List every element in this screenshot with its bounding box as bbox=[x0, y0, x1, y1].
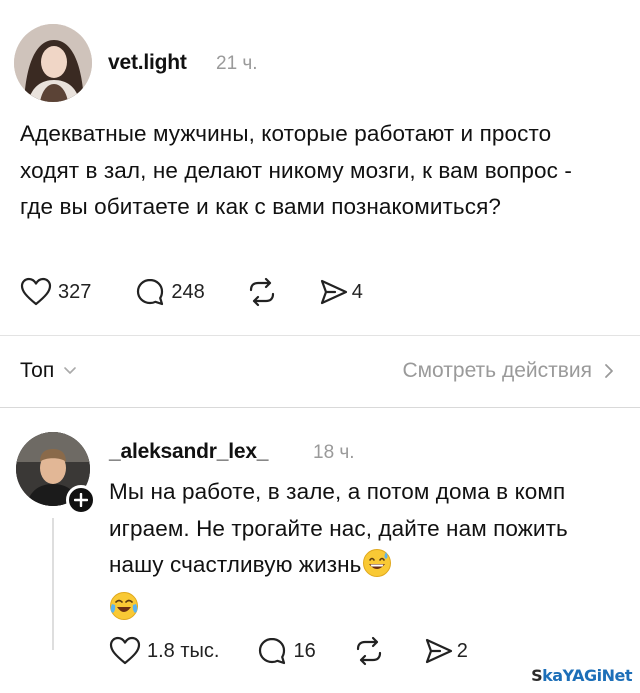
comment-button[interactable]: 248 bbox=[135, 277, 205, 307]
comment-count: 248 bbox=[171, 280, 205, 303]
view-actions-link[interactable]: Смотреть действия bbox=[402, 359, 614, 383]
like-count: 1.8 тыс. bbox=[147, 639, 220, 662]
post-actions: 327 248 4 bbox=[20, 277, 363, 307]
comment-bubble-icon bbox=[135, 277, 165, 307]
reply-text: Мы на работе, в зале, а потом дома в ком… bbox=[109, 479, 568, 577]
like-count: 327 bbox=[58, 280, 92, 303]
reply-time: 18 ч. bbox=[313, 442, 355, 463]
repost-icon bbox=[354, 636, 384, 666]
like-button[interactable]: 327 bbox=[20, 277, 91, 307]
like-button[interactable]: 1.8 тыс. bbox=[109, 636, 219, 666]
divider bbox=[0, 407, 640, 408]
view-actions-label: Смотреть действия bbox=[402, 359, 592, 382]
repost-icon bbox=[247, 277, 277, 307]
tears-of-joy-emoji bbox=[109, 591, 139, 633]
repost-button[interactable] bbox=[354, 636, 384, 666]
comment-bubble-icon bbox=[257, 636, 287, 666]
share-count: 4 bbox=[351, 280, 363, 303]
repost-button[interactable] bbox=[247, 277, 277, 307]
chevron-right-icon bbox=[604, 363, 614, 379]
comment-button[interactable]: 16 bbox=[257, 636, 316, 666]
comment-count: 16 bbox=[293, 639, 316, 662]
avatar-vet-light[interactable] bbox=[14, 24, 92, 102]
reply-username[interactable]: _aleksandr_lex_ bbox=[109, 440, 268, 464]
share-count: 2 bbox=[456, 639, 468, 662]
post-time: 21 ч. bbox=[216, 53, 258, 74]
send-icon bbox=[424, 636, 454, 666]
watermark-rest: kaYAGiNet bbox=[542, 666, 632, 685]
post-username[interactable]: vet.light bbox=[108, 51, 187, 75]
send-icon bbox=[319, 277, 349, 307]
sort-label: Топ bbox=[20, 359, 55, 382]
sort-dropdown[interactable]: Топ bbox=[20, 359, 77, 383]
divider bbox=[0, 335, 640, 336]
plus-icon bbox=[74, 493, 88, 507]
watermark: SkaYAGiNet bbox=[531, 666, 632, 685]
heart-icon bbox=[20, 277, 52, 307]
chevron-down-icon bbox=[63, 366, 77, 376]
follow-button[interactable] bbox=[66, 485, 96, 515]
share-button[interactable]: 4 bbox=[319, 277, 363, 307]
post-text: Адекватные мужчины, которые работают и п… bbox=[20, 121, 572, 219]
reply-actions: 1.8 тыс. 16 2 bbox=[109, 636, 468, 666]
heart-icon bbox=[109, 636, 141, 666]
reply-text-block: Мы на работе, в зале, а потом дома в ком… bbox=[109, 474, 609, 632]
thread-line bbox=[52, 518, 54, 650]
grinning-sweat-emoji bbox=[362, 548, 392, 590]
watermark-s: S bbox=[531, 666, 543, 685]
share-button[interactable]: 2 bbox=[424, 636, 468, 666]
